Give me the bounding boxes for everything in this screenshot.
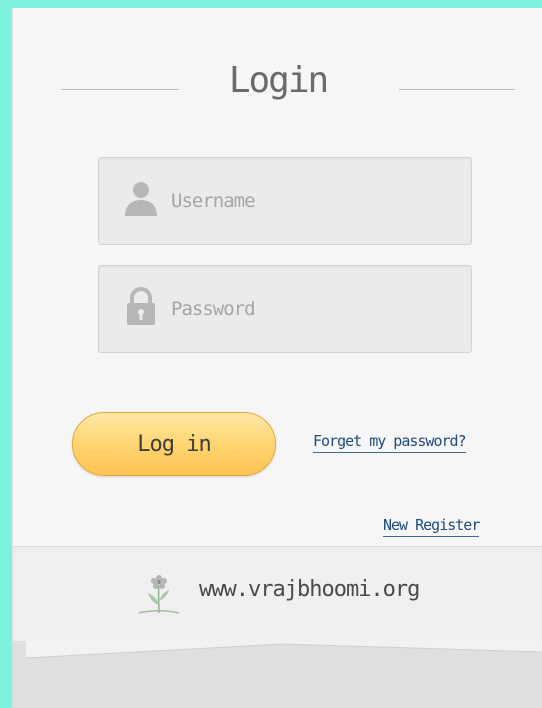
- login-card: Login Log in Forget my password? New Reg…: [12, 8, 542, 641]
- forgot-password-link[interactable]: Forget my password?: [313, 432, 467, 453]
- page-title: Login: [228, 60, 329, 101]
- footer: www.vrajbhoomi.org: [13, 546, 542, 641]
- paper-edge-shape: [12, 640, 542, 659]
- password-input[interactable]: [169, 292, 453, 326]
- website-url: www.vrajbhoomi.org: [199, 577, 420, 602]
- title-divider-right: [399, 89, 515, 90]
- user-icon: [121, 178, 161, 218]
- lock-icon: [121, 286, 161, 326]
- username-field[interactable]: [98, 157, 472, 245]
- password-field[interactable]: [98, 265, 472, 353]
- username-input[interactable]: [169, 184, 453, 218]
- title-row: Login: [13, 60, 542, 120]
- login-button[interactable]: Log in: [72, 412, 276, 476]
- title-divider-left: [61, 89, 179, 90]
- new-register-link[interactable]: New Register: [383, 516, 480, 537]
- flower-icon: [133, 569, 185, 619]
- bottom-shadow-band: [12, 640, 542, 708]
